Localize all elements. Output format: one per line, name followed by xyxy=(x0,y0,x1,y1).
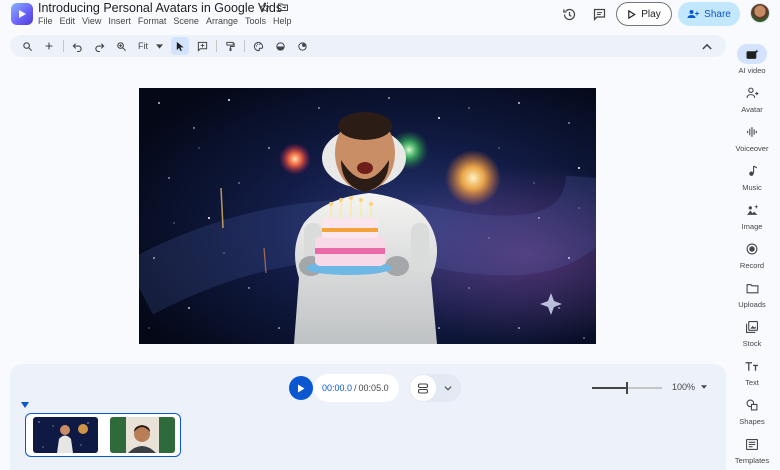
chevron-down-icon[interactable] xyxy=(441,381,455,395)
brush-icon[interactable] xyxy=(293,37,311,55)
menu-scene[interactable]: Scene xyxy=(170,15,203,27)
playhead-marker[interactable] xyxy=(21,402,29,408)
zoom-slider-thumb[interactable] xyxy=(626,382,628,394)
undo-icon[interactable] xyxy=(68,37,86,55)
zoom-slider-fill xyxy=(592,387,627,389)
total-duration: 00:05.0 xyxy=(358,383,389,393)
menu-edit[interactable]: Edit xyxy=(56,15,79,27)
menu-tools[interactable]: Tools xyxy=(241,15,269,27)
play-button[interactable]: Play xyxy=(616,2,672,26)
layout-toggle xyxy=(409,374,461,402)
timeline-play-button[interactable] xyxy=(289,376,313,400)
zoom-value: 100% xyxy=(672,382,696,392)
avatar-icon xyxy=(737,83,767,103)
panel-item-music[interactable]: Music xyxy=(728,161,776,192)
menu-view[interactable]: View xyxy=(79,15,105,27)
play-icon xyxy=(298,384,305,392)
redo-icon[interactable] xyxy=(90,37,108,55)
menu-format[interactable]: Format xyxy=(134,15,170,27)
share-people-icon xyxy=(687,9,700,19)
panel-item-avatar[interactable]: Avatar xyxy=(728,83,776,114)
dropdown-arrow-icon xyxy=(156,43,163,49)
record-icon xyxy=(737,239,767,259)
menu-file[interactable]: File xyxy=(38,15,56,27)
zoom-fit-select[interactable]: Fit xyxy=(138,41,163,51)
voiceover-icon xyxy=(737,122,767,142)
current-time: 00:00.0 xyxy=(322,383,353,393)
scene-thumbnail-1[interactable] xyxy=(33,417,98,453)
move-to-folder-icon[interactable] xyxy=(277,1,289,13)
play-icon xyxy=(627,9,637,19)
comments-icon[interactable] xyxy=(587,2,611,26)
panel-item-ai-video[interactable]: AI video xyxy=(728,44,776,75)
shapes-icon xyxy=(737,395,767,415)
panel-item-record[interactable]: Record xyxy=(728,239,776,270)
panel-item-voiceover[interactable]: Voiceover xyxy=(728,122,776,153)
templates-icon xyxy=(737,434,767,454)
time-separator: / xyxy=(354,383,357,393)
captions-icon[interactable] xyxy=(410,375,436,401)
share-label: Share xyxy=(704,8,731,20)
panel-item-templates[interactable]: Templates xyxy=(728,434,776,465)
zoom-icon[interactable] xyxy=(112,37,130,55)
ai-video-icon xyxy=(737,44,767,64)
timeline-panel: 00:00.0 / 00:05.0 100% xyxy=(10,364,726,470)
palette-icon[interactable] xyxy=(249,37,267,55)
scene-thumbnail-2[interactable] xyxy=(110,417,175,453)
dropdown-arrow-icon xyxy=(701,385,708,389)
add-icon[interactable] xyxy=(40,37,58,55)
fill-icon[interactable] xyxy=(271,37,289,55)
share-button[interactable]: Share xyxy=(678,2,740,26)
version-history-icon[interactable] xyxy=(557,2,581,26)
toolbar-divider xyxy=(63,40,64,52)
stock-icon xyxy=(737,317,767,337)
panel-item-text[interactable]: Text xyxy=(728,356,776,387)
star-icon[interactable] xyxy=(259,1,270,13)
menu-help[interactable]: Help xyxy=(270,15,296,27)
play-label: Play xyxy=(641,8,661,20)
comment-add-icon[interactable] xyxy=(193,37,211,55)
vids-logo[interactable] xyxy=(11,3,33,25)
zoom-fit-label: Fit xyxy=(138,41,148,51)
scene-clip-group[interactable] xyxy=(25,413,181,457)
toolbar-divider xyxy=(244,40,245,52)
menu-bar: File Edit View Insert Format Scene Arran… xyxy=(38,15,295,27)
text-icon xyxy=(737,356,767,376)
menu-insert[interactable]: Insert xyxy=(105,15,135,27)
space-scene-image xyxy=(139,88,596,344)
image-icon xyxy=(737,200,767,220)
zoom-select[interactable]: 100% xyxy=(672,382,708,392)
panel-item-stock[interactable]: Stock xyxy=(728,317,776,348)
select-icon[interactable] xyxy=(171,37,189,55)
account-avatar[interactable] xyxy=(750,3,770,23)
timecode-display: 00:00.0 / 00:05.0 xyxy=(314,374,399,402)
paint-format-icon[interactable] xyxy=(221,37,239,55)
menu-arrange[interactable]: Arrange xyxy=(202,15,241,27)
scene-canvas[interactable] xyxy=(139,88,596,344)
uploads-icon xyxy=(737,278,767,298)
toolbar-divider xyxy=(216,40,217,52)
editor-toolbar: Fit xyxy=(10,35,726,57)
search-icon[interactable] xyxy=(18,37,36,55)
panel-item-image[interactable]: Image xyxy=(728,200,776,231)
panel-item-shapes[interactable]: Shapes xyxy=(728,395,776,426)
document-title[interactable]: Introducing Personal Avatars in Google V… xyxy=(38,0,282,16)
chevron-up-icon[interactable] xyxy=(698,37,716,55)
timeline-zoom-slider[interactable] xyxy=(592,382,662,394)
music-icon xyxy=(737,161,767,181)
panel-item-uploads[interactable]: Uploads xyxy=(728,278,776,309)
